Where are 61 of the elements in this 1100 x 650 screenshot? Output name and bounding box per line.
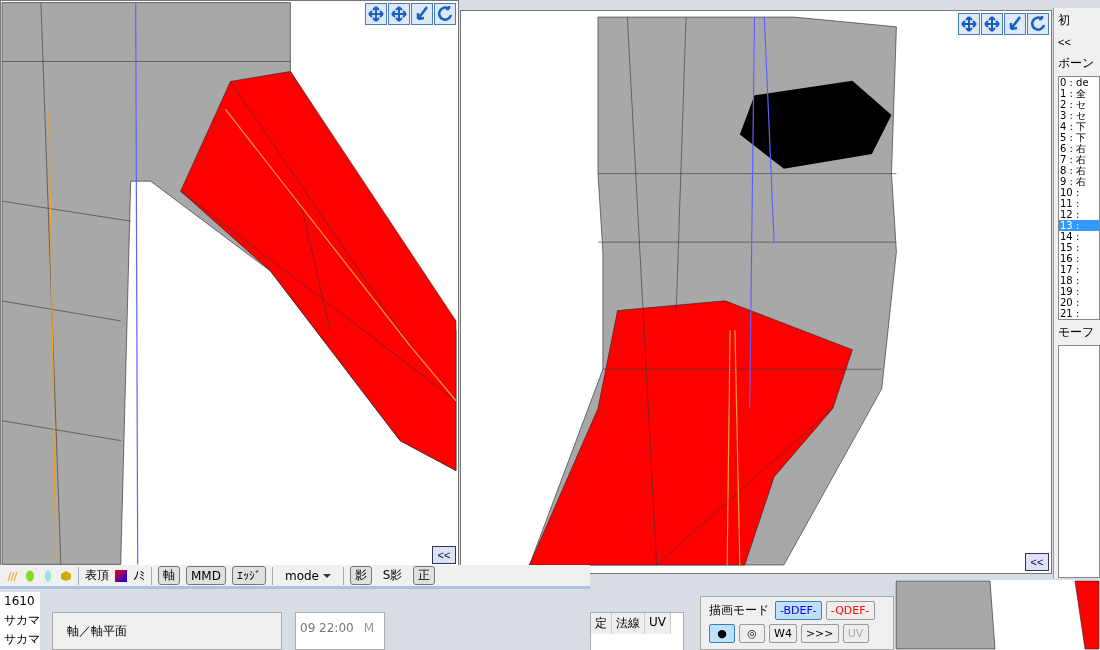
bone-item[interactable]: 20 : xyxy=(1059,297,1099,308)
group-title: ボーン xyxy=(1058,55,1095,72)
toggle-button[interactable]: 正 xyxy=(413,566,436,585)
collapse-button[interactable]: << xyxy=(1025,553,1049,571)
bone-item[interactable]: 11 : xyxy=(1059,198,1099,209)
move-icon[interactable] xyxy=(388,3,410,25)
file-item[interactable]: サカマ xyxy=(0,630,40,649)
bone-item[interactable]: 17 : xyxy=(1059,264,1099,275)
move-icon[interactable] xyxy=(365,3,387,25)
viewport[interactable]: << xyxy=(460,10,1052,574)
bone-item[interactable]: 21 : xyxy=(1059,308,1099,319)
move-icon[interactable] xyxy=(981,13,1003,35)
collapse-button[interactable]: << xyxy=(432,546,456,564)
column-header[interactable]: 定 xyxy=(591,613,612,634)
bone-item[interactable]: 14 : xyxy=(1059,231,1099,242)
bone-item[interactable]: 10 : xyxy=(1059,187,1099,198)
toggle-button[interactable]: S影 xyxy=(377,566,408,585)
column-header[interactable]: 法線 xyxy=(612,613,645,634)
nav-button[interactable]: << xyxy=(1058,33,1088,51)
mode-dropdown[interactable]: mode xyxy=(278,567,337,584)
bone-item[interactable]: 5 : 下 xyxy=(1059,132,1099,143)
bone-item[interactable]: 18 : xyxy=(1059,275,1099,286)
tool-button[interactable]: ◎ xyxy=(739,624,765,643)
face-label[interactable]: 表頂 xyxy=(85,567,109,584)
mode-button[interactable]: -BDEF- xyxy=(775,601,822,620)
tool-button[interactable]: W4 xyxy=(769,624,797,643)
toggle-button[interactable]: 軸 xyxy=(158,566,180,585)
bone-item[interactable]: 2 : セ xyxy=(1059,99,1099,110)
bone-item[interactable]: 1 : 全 xyxy=(1059,88,1099,99)
file-item[interactable]: 1610 xyxy=(0,592,40,611)
caret-icon xyxy=(322,573,331,579)
weight-label[interactable]: ﾉﾐ xyxy=(133,568,145,583)
bone-item[interactable]: 16 : xyxy=(1059,253,1099,264)
group-title: モーフ xyxy=(1058,324,1095,341)
date-text: 09 22:00 xyxy=(300,621,354,635)
panel-label: 初 xyxy=(1058,12,1071,29)
bone-item[interactable]: 12 : xyxy=(1059,209,1099,220)
bone-item[interactable]: 15 : xyxy=(1059,242,1099,253)
column-header[interactable]: UV xyxy=(645,613,671,634)
toggle-button[interactable]: ｴｯｼﾞ xyxy=(231,566,266,585)
bone-item[interactable]: 4 : 下 xyxy=(1059,121,1099,132)
bone-item[interactable]: 7 : 右 xyxy=(1059,154,1099,165)
bone-item[interactable]: 6 : 右 xyxy=(1059,143,1099,154)
group-title: 軸／軸平面 xyxy=(67,624,127,638)
panel-title: 描画モード xyxy=(709,602,769,619)
gradient-icon[interactable] xyxy=(115,569,127,582)
file-item[interactable]: サカマ xyxy=(0,611,40,630)
move-icon[interactable] xyxy=(958,13,980,35)
rotate-icon[interactable] xyxy=(434,3,456,25)
bone-item[interactable]: 0 : de xyxy=(1059,77,1099,88)
bone-item[interactable]: 19 : xyxy=(1059,286,1099,297)
toggle-button[interactable]: MMD xyxy=(186,566,226,585)
bone-item[interactable]: 8 : 右 xyxy=(1059,165,1099,176)
tool-button[interactable]: >>> xyxy=(800,624,839,643)
bone-item[interactable]: 9 : 右 xyxy=(1059,176,1099,187)
viewport[interactable]: << xyxy=(0,0,459,567)
bone-item[interactable]: 3 : セ xyxy=(1059,110,1099,121)
rotate-icon[interactable] xyxy=(1027,13,1049,35)
toggle-button[interactable]: 影 xyxy=(349,566,372,585)
type-text: M xyxy=(363,621,375,635)
tool-button[interactable]: ● xyxy=(709,624,735,643)
